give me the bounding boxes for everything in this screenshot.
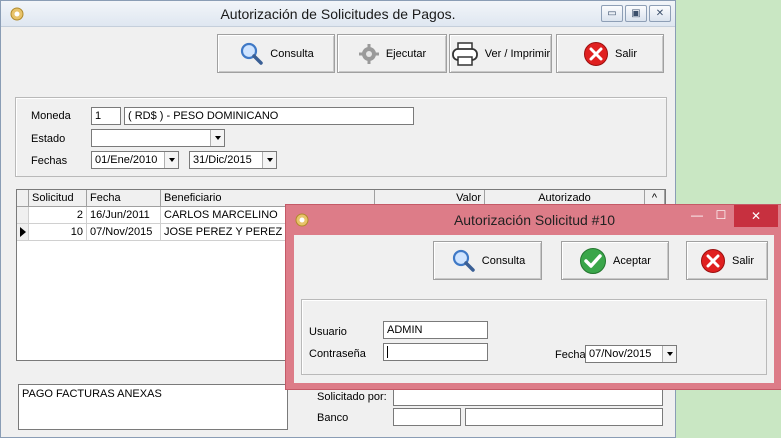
text-cursor (387, 346, 388, 359)
table-cell[interactable]: CARLOS MARCELINO (161, 207, 291, 224)
consulta-label: Consulta (270, 47, 314, 60)
checkmark-icon (580, 247, 607, 274)
ver-imprimir-label: Ver / Imprimir (484, 47, 551, 60)
ejecutar-label: Ejecutar (385, 47, 427, 60)
dialog-consulta-label: Consulta (481, 254, 526, 267)
dropdown-arrow-icon[interactable] (262, 152, 276, 168)
salir-label: Salir (614, 47, 637, 60)
ver-imprimir-button[interactable]: Ver / Imprimir (449, 34, 552, 73)
close-x-icon (583, 41, 608, 66)
dropdown-arrow-icon[interactable] (210, 130, 224, 146)
concepto-field[interactable]: PAGO FACTURAS ANEXAS (18, 384, 288, 430)
consulta-button[interactable]: Consulta (217, 34, 335, 73)
ejecutar-button[interactable]: Ejecutar (337, 34, 447, 73)
row-pointer-icon (20, 227, 26, 237)
fecha-value: 07/Nov/2015 (589, 348, 652, 360)
banco-code-field[interactable] (393, 408, 461, 426)
col-header-solicitud[interactable]: Solicitud (29, 190, 87, 207)
dialog-body: Consulta Aceptar Salir Usuario ADMIN Con… (294, 235, 774, 383)
dialog-close-button[interactable]: ✕ (734, 205, 778, 227)
table-cell[interactable]: 10 (29, 224, 87, 241)
dialog-consulta-button[interactable]: Consulta (433, 241, 542, 280)
aceptar-label: Aceptar (613, 254, 651, 267)
dialog-maximize-button[interactable]: ☐ (710, 208, 732, 226)
fecha-desde-value: 01/Ene/2010 (95, 154, 158, 166)
col-header-fecha[interactable]: Fecha (87, 190, 161, 207)
dialog-salir-button[interactable]: Salir (686, 241, 768, 280)
magnifier-icon (452, 249, 475, 272)
gear-icon (358, 43, 379, 64)
contrasena-label: Contraseña (309, 348, 366, 360)
table-cell[interactable]: 2 (29, 207, 87, 224)
fecha-select[interactable]: 07/Nov/2015 (585, 345, 677, 363)
table-cell[interactable]: JOSE PEREZ Y PEREZ (161, 224, 291, 241)
autorizacion-dialog: Autorización Solicitud #10 — ☐ ✕ Consult… (285, 204, 781, 390)
grid-corner (17, 190, 29, 207)
main-titlebar: Autorización de Solicitudes de Pagos. ▭ … (1, 1, 675, 27)
moneda-name-field[interactable]: ( RD$ ) - PESO DOMINICANO (124, 107, 414, 125)
dropdown-arrow-icon[interactable] (164, 152, 178, 168)
estado-select[interactable] (91, 129, 225, 147)
solicitado-por-label: Solicitado por: (317, 391, 387, 403)
table-cell[interactable]: 16/Jun/2011 (87, 207, 161, 224)
close-window-button[interactable]: ✕ (649, 5, 671, 22)
magnifier-icon (241, 42, 264, 65)
fechas-label: Fechas (31, 155, 68, 167)
contrasena-field[interactable] (383, 343, 488, 361)
row-selector[interactable] (17, 207, 29, 224)
fecha-hasta-value: 31/Dic/2015 (193, 154, 252, 166)
dialog-form-panel (301, 299, 767, 375)
row-selector[interactable] (17, 224, 29, 241)
usuario-label: Usuario (309, 326, 347, 338)
moneda-code-field[interactable]: 1 (91, 107, 121, 125)
aceptar-button[interactable]: Aceptar (561, 241, 669, 280)
fecha-hasta-select[interactable]: 31/Dic/2015 (189, 151, 277, 169)
maximize-button[interactable]: ▣ (625, 5, 647, 22)
printer-icon (451, 41, 478, 66)
dropdown-arrow-icon[interactable] (662, 346, 676, 362)
salir-button[interactable]: Salir (556, 34, 664, 73)
usuario-field[interactable]: ADMIN (383, 321, 488, 339)
minimize-button[interactable]: ▭ (601, 5, 623, 22)
banco-label: Banco (317, 412, 349, 424)
fecha-desde-select[interactable]: 01/Ene/2010 (91, 151, 179, 169)
window-title: Autorización de Solicitudes de Pagos. (220, 6, 456, 22)
moneda-label: Moneda (31, 110, 71, 122)
close-x-icon (700, 248, 725, 273)
banco-name-field[interactable] (465, 408, 663, 426)
fecha-label: Fecha (555, 349, 586, 361)
table-cell[interactable]: 07/Nov/2015 (87, 224, 161, 241)
estado-label: Estado (31, 133, 66, 145)
dialog-minimize-button[interactable]: — (686, 208, 708, 226)
solicitado-por-field[interactable] (393, 388, 663, 406)
dialog-salir-label: Salir (731, 254, 754, 267)
